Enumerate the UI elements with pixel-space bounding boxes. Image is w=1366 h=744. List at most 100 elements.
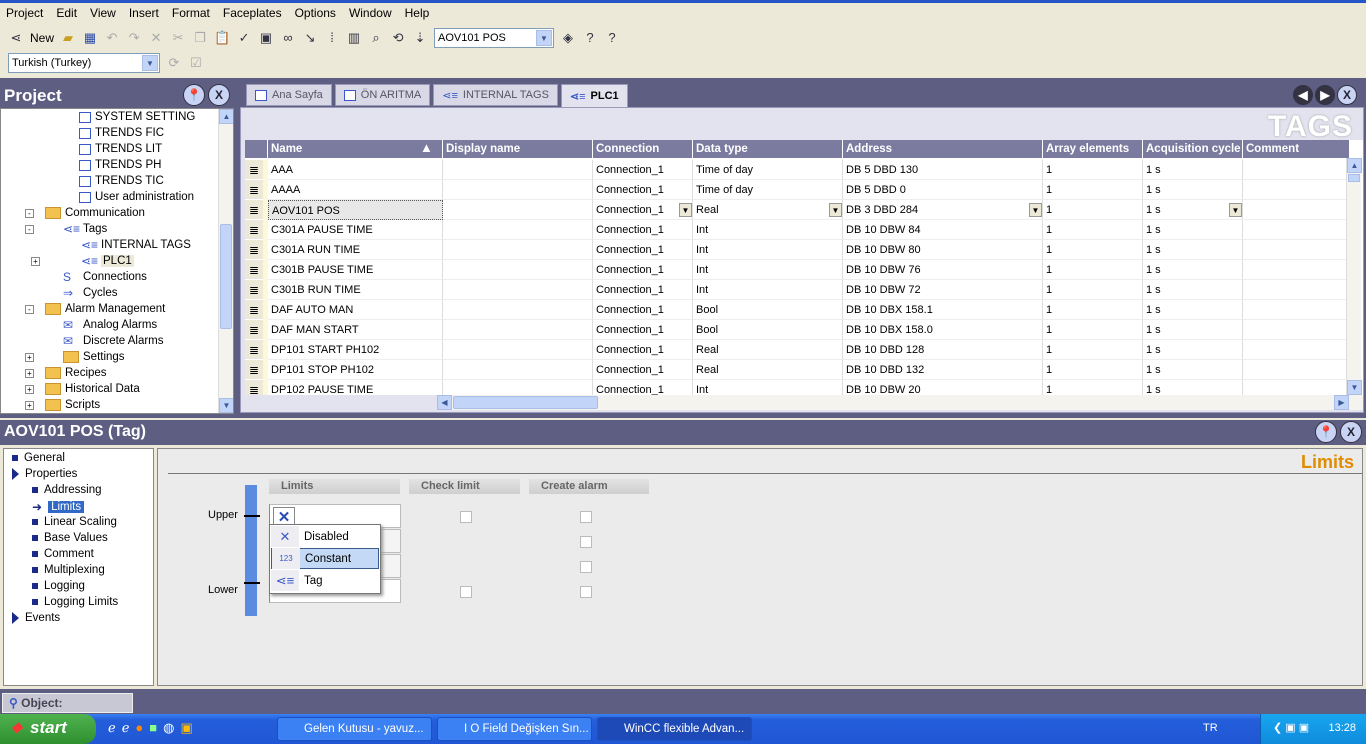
table-cell[interactable]: [1243, 240, 1350, 260]
table-cell[interactable]: [1243, 380, 1350, 395]
row-handle-icon[interactable]: ≣: [245, 380, 263, 395]
scroll-up-icon[interactable]: ▲: [1347, 158, 1362, 173]
table-cell[interactable]: [443, 220, 593, 240]
sort-ascending-icon[interactable]: ▲: [420, 140, 433, 155]
menu-insert[interactable]: Insert: [129, 6, 166, 20]
table-cell[interactable]: 1: [1043, 260, 1143, 280]
scroll-thumb[interactable]: [220, 224, 232, 329]
chevron-down-icon[interactable]: ▼: [679, 203, 692, 217]
table-cell[interactable]: [443, 160, 593, 180]
menu-faceplates[interactable]: Faceplates: [223, 6, 289, 20]
table-cell[interactable]: Time of day: [693, 160, 843, 180]
transfer-icon[interactable]: ▣: [258, 30, 274, 46]
open-icon[interactable]: ▰: [60, 30, 76, 46]
menu-edit[interactable]: Edit: [56, 6, 84, 20]
table-cell[interactable]: 1: [1043, 320, 1143, 340]
table-cell[interactable]: Connection_1: [593, 380, 693, 395]
table-cell[interactable]: 1: [1043, 380, 1143, 395]
table-cell[interactable]: [443, 260, 593, 280]
pin-icon[interactable]: 📍: [1315, 421, 1337, 443]
tree-item[interactable]: TRENDS TIC: [63, 173, 164, 189]
language-check-icon[interactable]: ☑: [188, 55, 204, 71]
table-cell[interactable]: DB 10 DBW 20: [843, 380, 1043, 395]
table-cell[interactable]: [1243, 340, 1350, 360]
table-cell[interactable]: DB 3 DBD 284: [843, 200, 1043, 220]
chevron-down-icon[interactable]: ▼: [536, 29, 553, 46]
table-cell[interactable]: Int: [693, 240, 843, 260]
table-cell[interactable]: 1 s: [1143, 160, 1243, 180]
lower-create-alarm-checkbox[interactable]: [580, 586, 592, 598]
tree-item[interactable]: ✉ Discrete Alarms: [47, 333, 164, 349]
table-cell[interactable]: [443, 360, 593, 380]
table-cell[interactable]: Int: [693, 260, 843, 280]
tab-ön-aritma[interactable]: ÖN ARITMA: [334, 84, 431, 106]
nav-item-events[interactable]: Events: [12, 612, 60, 624]
scroll-down-icon[interactable]: ▼: [1347, 380, 1362, 395]
tab-plc1[interactable]: ⋖≡ PLC1: [560, 84, 628, 108]
nav-item-base-values[interactable]: Base Values: [32, 532, 108, 544]
table-cell[interactable]: DP102 PAUSE TIME: [268, 380, 443, 395]
align-icon[interactable]: ⁞: [324, 30, 340, 46]
tree-item[interactable]: SYSTEM SETTING: [63, 109, 195, 125]
pin-icon[interactable]: 📍: [183, 84, 205, 106]
new-icon[interactable]: ⋖: [8, 30, 24, 46]
object-field[interactable]: ⚲ Object:: [2, 693, 133, 713]
nav-item-multiplexing[interactable]: Multiplexing: [32, 564, 105, 576]
menu-format[interactable]: Format: [172, 6, 217, 20]
table-cell[interactable]: Real: [693, 340, 843, 360]
table-cell[interactable]: 1 s: [1143, 240, 1243, 260]
object-select[interactable]: AOV101 POS ▼: [434, 27, 555, 48]
scroll-thumb[interactable]: [1348, 174, 1360, 182]
taskbar-item[interactable]: I O Field Değişken Sın...: [437, 717, 592, 741]
menu-project[interactable]: Project: [6, 6, 50, 20]
tree-item[interactable]: + Settings: [25, 349, 125, 365]
table-cell[interactable]: [443, 240, 593, 260]
nav-item-limits[interactable]: ➜ Limits: [32, 500, 85, 514]
tree-item[interactable]: ✉ Analog Alarms: [47, 317, 157, 333]
row-handle-icon[interactable]: ≣: [245, 180, 263, 200]
row-handle-icon[interactable]: ≣: [245, 220, 263, 240]
menu-window[interactable]: Window: [349, 6, 399, 20]
scroll-left-icon[interactable]: ◀: [437, 395, 452, 410]
nav-item-logging[interactable]: Logging: [32, 580, 85, 592]
table-cell[interactable]: Real: [693, 200, 843, 220]
table-cell[interactable]: Int: [693, 280, 843, 300]
table-cell[interactable]: [443, 180, 593, 200]
table-cell[interactable]: DB 10 DBX 158.1: [843, 300, 1043, 320]
table-cell[interactable]: 1 s: [1143, 220, 1243, 240]
row-handle-icon[interactable]: ≣: [245, 200, 263, 220]
tree-item[interactable]: + ⋖≡ PLC1: [31, 253, 134, 269]
upper-warning-alarm-checkbox[interactable]: [580, 536, 592, 548]
expander-icon[interactable]: +: [25, 384, 34, 394]
table-cell[interactable]: 1 s: [1143, 300, 1243, 320]
scroll-down-icon[interactable]: ▼: [219, 398, 233, 413]
table-cell[interactable]: Connection_1: [593, 280, 693, 300]
save-icon[interactable]: ▦: [82, 30, 98, 46]
row-handle-icon[interactable]: ≣: [245, 320, 263, 340]
tab-ana-sayfa[interactable]: Ana Sayfa: [246, 84, 332, 106]
outlook-icon[interactable]: ▣: [180, 720, 192, 736]
firefox-icon[interactable]: ●: [135, 720, 143, 736]
chevron-down-icon[interactable]: ▼: [829, 203, 842, 217]
expand-arrow-icon[interactable]: [12, 612, 19, 624]
cross-reference-icon[interactable]: ⇣: [412, 30, 428, 46]
dropdown-item-disabled[interactable]: ✕ Disabled: [271, 526, 379, 547]
table-cell[interactable]: DB 10 DBD 132: [843, 360, 1043, 380]
table-cell[interactable]: Int: [693, 220, 843, 240]
tree-item[interactable]: + Scripts: [25, 397, 100, 413]
tree-item[interactable]: TRENDS PH: [63, 157, 161, 173]
table-cell[interactable]: 1: [1043, 340, 1143, 360]
tree-item[interactable]: S Connections: [47, 269, 147, 285]
table-cell[interactable]: AAA: [268, 160, 443, 180]
table-vscroll[interactable]: ▲ ▼: [1346, 158, 1362, 395]
faceplate-icon[interactable]: ▥: [346, 30, 362, 46]
row-handle-icon[interactable]: ≣: [245, 340, 263, 360]
close-icon[interactable]: X: [1340, 421, 1362, 443]
table-cell[interactable]: Connection_1: [593, 200, 693, 220]
menu-view[interactable]: View: [90, 6, 123, 20]
expand-arrow-icon[interactable]: [12, 468, 19, 480]
table-cell[interactable]: [443, 200, 593, 220]
table-cell[interactable]: DP101 STOP PH102: [268, 360, 443, 380]
undo-icon[interactable]: ↶: [104, 30, 120, 46]
table-cell[interactable]: DB 10 DBW 80: [843, 240, 1043, 260]
